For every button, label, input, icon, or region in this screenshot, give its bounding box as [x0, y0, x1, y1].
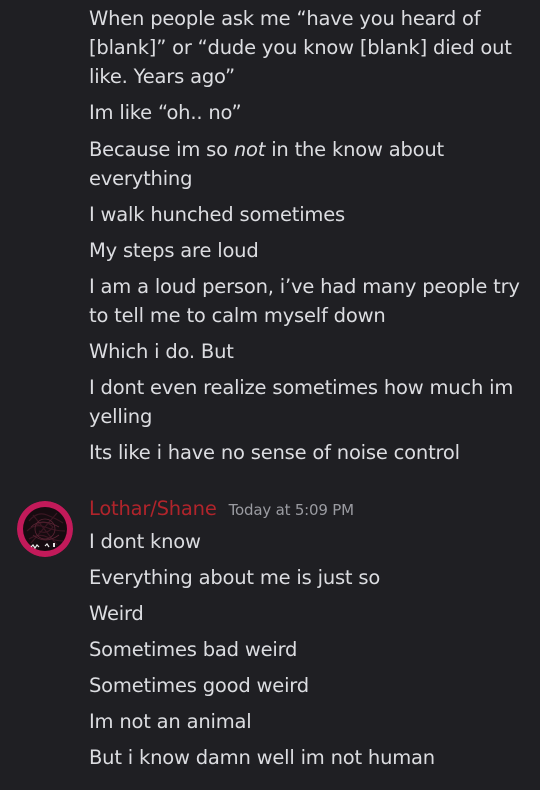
message-text: I dont know — [89, 530, 201, 553]
message-text: When people ask me “have you heard of [b… — [89, 7, 512, 88]
timestamp[interactable]: Today at 5:09 PM — [229, 501, 354, 519]
avatar[interactable] — [17, 501, 73, 557]
message-text: Sometimes bad weird — [89, 638, 298, 661]
message-text: Sometimes good weird — [89, 674, 309, 697]
message-text: I walk hunched sometimes — [89, 203, 345, 226]
message-text: Which i do. But — [89, 340, 234, 363]
message-text-italic: not — [233, 138, 266, 161]
message-text: Everything about me is just so — [89, 566, 381, 589]
message-text: I dont even realize sometimes how much i… — [89, 376, 514, 428]
message-text-part: Because im so — [89, 138, 234, 161]
chat-log: When people ask me “have you heard of [b… — [0, 0, 540, 790]
avatar-image — [17, 501, 73, 557]
message-header: Lothar/Shane Today at 5:09 PM — [89, 497, 354, 525]
message-text: But i know damn well im not human — [89, 746, 435, 769]
message-text: I am a loud person, i’ve had many people… — [89, 275, 520, 327]
message-text: Because im so not in the know about ever… — [89, 135, 529, 193]
username[interactable]: Lothar/Shane — [89, 497, 217, 520]
message-text: My steps are loud — [89, 239, 259, 262]
message-text: Its like i have no sense of noise contro… — [89, 441, 460, 464]
message-text: Im not an animal — [89, 710, 252, 733]
message-text: Im like “oh.. no” — [89, 101, 242, 124]
message-text: Weird — [89, 602, 144, 625]
